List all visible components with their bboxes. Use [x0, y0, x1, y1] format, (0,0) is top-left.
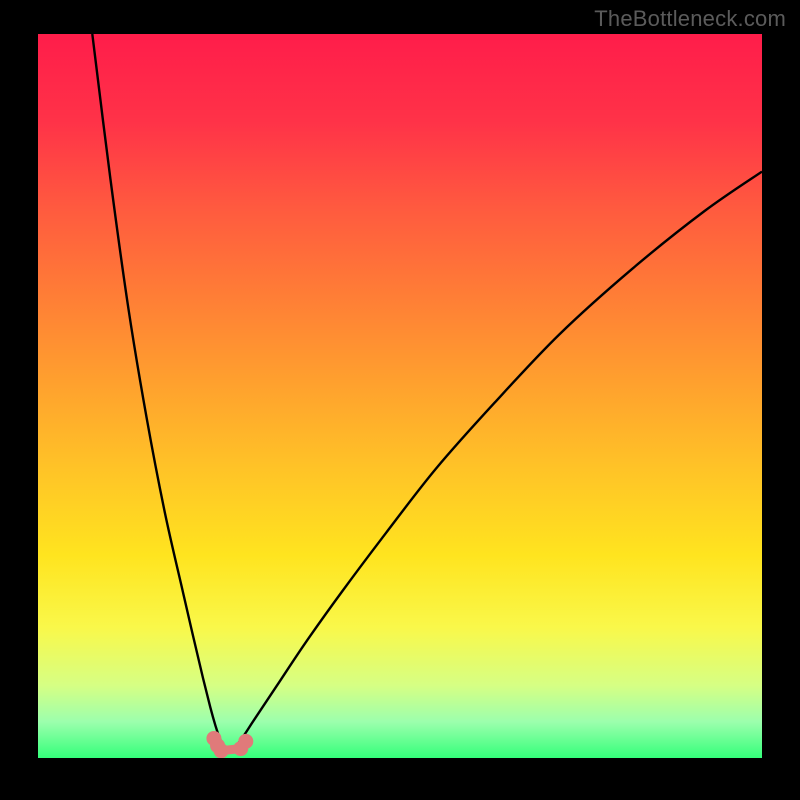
- watermark-text: TheBottleneck.com: [594, 6, 786, 32]
- gradient-background: [38, 34, 762, 758]
- chart-svg: [38, 34, 762, 758]
- chart-plot-area: [38, 34, 762, 758]
- page-frame: TheBottleneck.com: [0, 0, 800, 800]
- bottleneck-marker-point: [238, 734, 253, 749]
- bottleneck-marker-point: [214, 743, 229, 758]
